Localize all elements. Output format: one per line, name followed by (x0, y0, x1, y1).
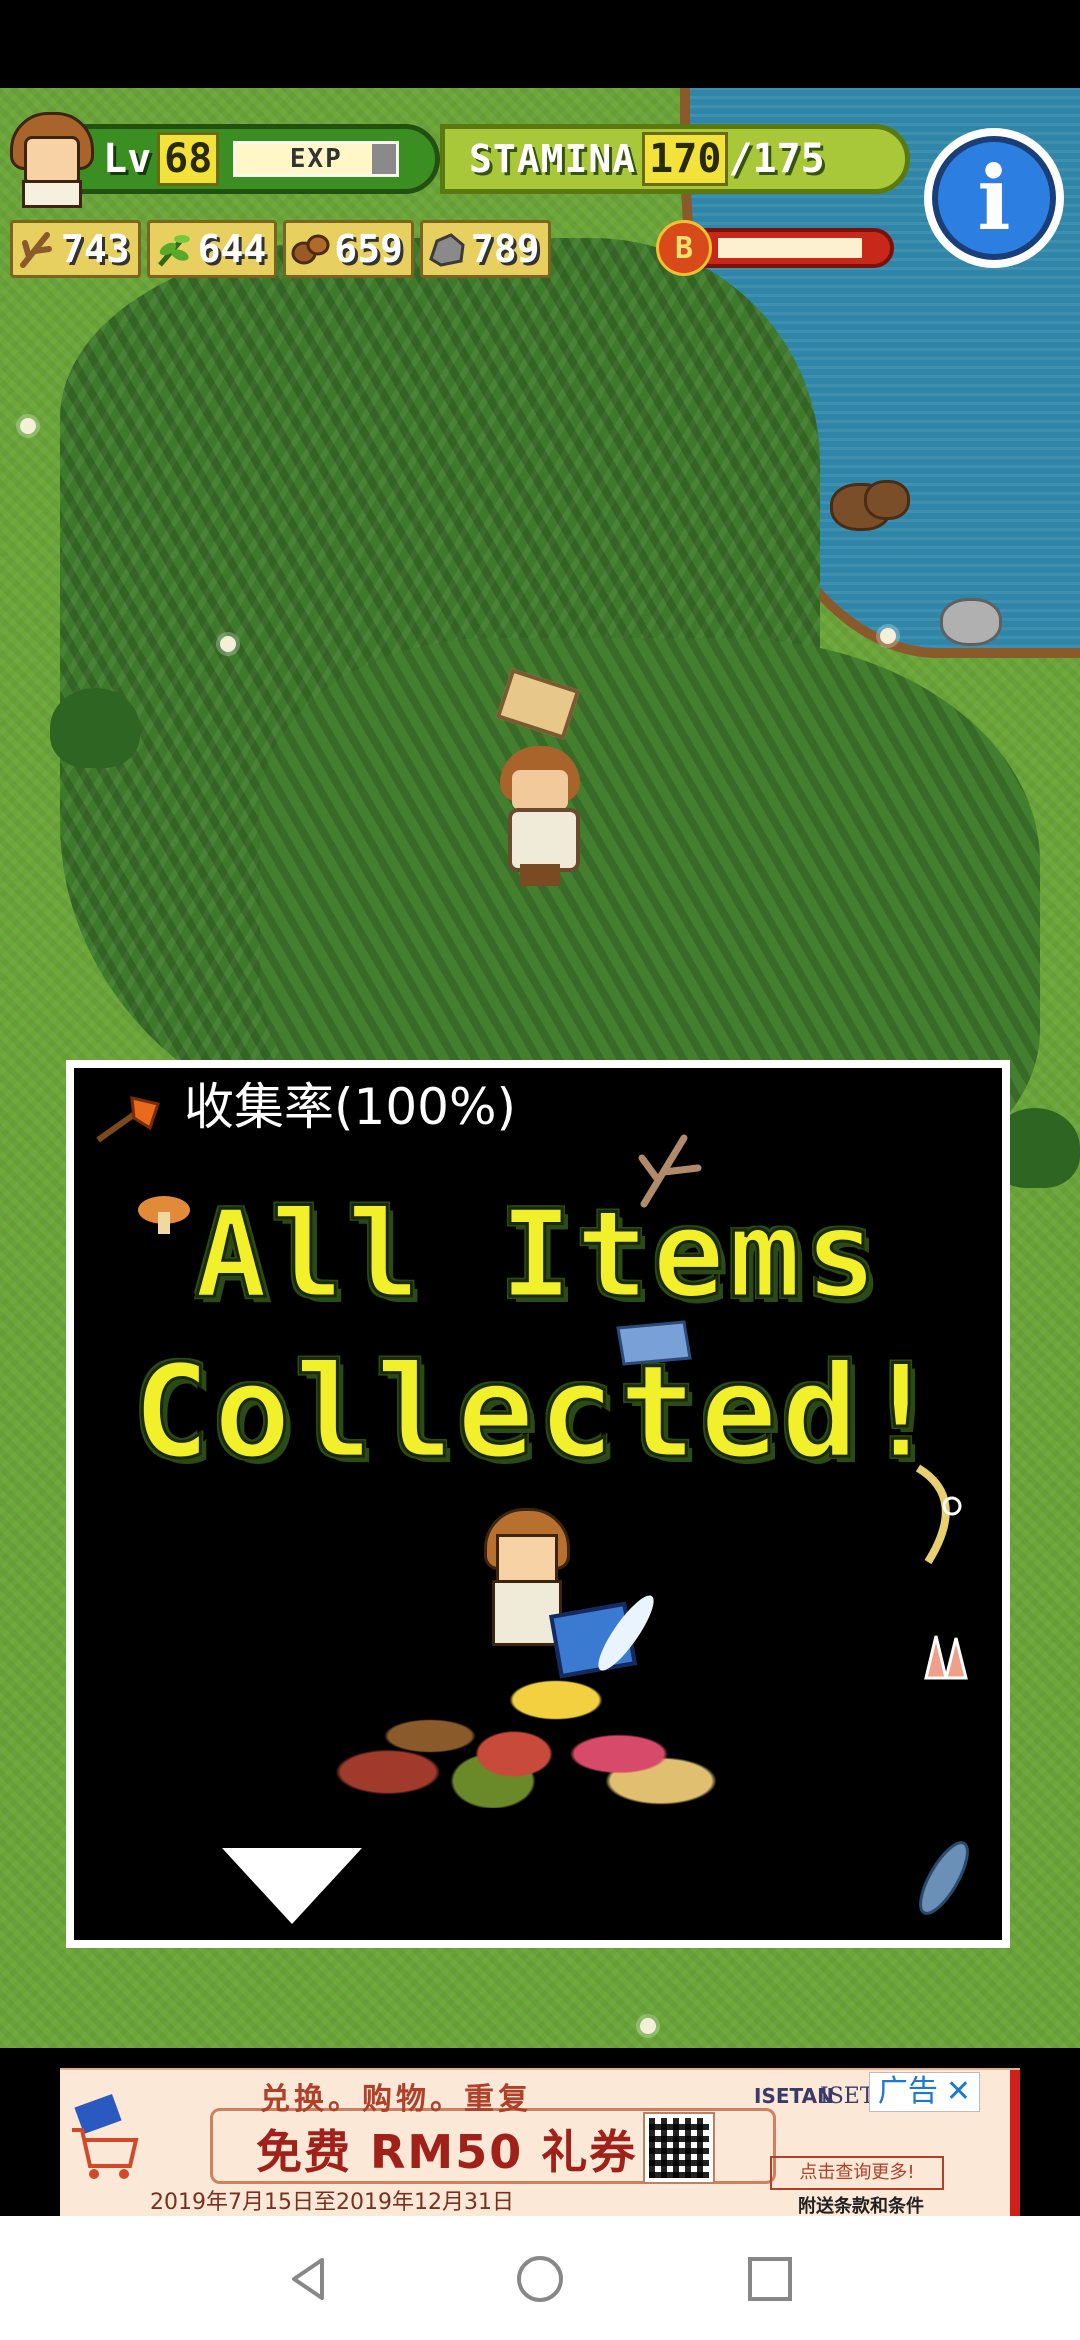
ad-date: 2019年7月15日至2019年12月31日 (150, 2190, 514, 2215)
recents-icon[interactable] (745, 2254, 795, 2304)
collection-complete-dialog[interactable]: 收集率(100%) All Items Collected! (66, 1060, 1010, 1948)
level-value: 68 (157, 132, 220, 186)
stone-flower[interactable] (940, 598, 1002, 646)
ad-more-button[interactable]: 点击查询更多! (770, 2156, 944, 2190)
exp-bar: EXP (233, 141, 400, 177)
stamina-current: 170 (642, 132, 729, 186)
shopping-cart-icon (70, 2090, 140, 2180)
close-icon[interactable]: ✕ (946, 2073, 971, 2111)
next-arrow-icon[interactable] (222, 1848, 362, 1924)
boost-bar-fill (718, 238, 862, 258)
resource-stone: 789 (419, 220, 551, 278)
ad-banner[interactable]: 兑换。购物。重复 免费 RM50 礼券 2019年7月15日至2019年12月3… (60, 2068, 1020, 2218)
resource-value: 644 (197, 227, 267, 271)
resource-value: 659 (334, 227, 403, 271)
flower (20, 418, 36, 434)
axe-icon (94, 1094, 164, 1150)
resource-bar: 743 644 659 789 (10, 220, 551, 278)
resource-herb: 644 (146, 220, 278, 278)
qr-code (643, 2112, 715, 2184)
info-button[interactable]: i (924, 128, 1064, 268)
shell-icon (916, 1628, 976, 1692)
ad-tagline: 兑换。购物。重复 (260, 2082, 532, 2117)
nut-icon (290, 229, 330, 269)
stamina-separator: / (728, 136, 753, 182)
flower (220, 636, 236, 652)
ad-edge (1010, 2070, 1020, 2218)
flower (640, 2018, 656, 2034)
navigation-bar (0, 2216, 1080, 2340)
headline-line1: All Items (193, 1185, 882, 1327)
stamina-label: STAMINA (469, 137, 637, 181)
stamina-max: 175 (752, 136, 825, 182)
stamina-panel: STAMINA 170 / 175 (440, 124, 910, 194)
headline-line2: Collected! (131, 1337, 944, 1489)
stone-icon (427, 229, 467, 269)
collected-items-pile (304, 1628, 724, 1808)
boost-meter[interactable]: B (656, 220, 912, 276)
resource-value: 743 (61, 227, 130, 271)
boost-icon: B (656, 220, 712, 276)
level-panel: Lv 68 EXP (70, 124, 440, 194)
fish-icon (904, 1828, 984, 1932)
herb-icon (154, 229, 194, 269)
player-avatar[interactable] (6, 110, 94, 208)
ad-headline: 免费 RM50 礼券 (256, 2125, 638, 2179)
ad-terms: 附送条款和条件 (798, 2196, 924, 2217)
resource-value: 789 (470, 227, 540, 271)
status-bar (0, 0, 1080, 88)
ad-label: 广告 (877, 2074, 938, 2109)
branch-icon (17, 229, 57, 269)
back-icon[interactable] (284, 2254, 334, 2304)
info-icon: i (977, 146, 1011, 250)
walnut-rock[interactable] (864, 480, 910, 520)
ad-badge: 广告 ✕ (868, 2072, 980, 2112)
level-label: Lv (103, 136, 152, 182)
bush (50, 688, 140, 768)
dialog-title: 收集率(100%) (124, 1074, 530, 1140)
home-icon[interactable] (515, 2254, 565, 2304)
boost-bar (704, 228, 894, 268)
player-character (488, 746, 592, 886)
exp-label: EXP (289, 144, 343, 174)
resource-nut: 659 (283, 220, 414, 278)
flower (880, 628, 896, 644)
resource-branch: 743 (10, 220, 141, 278)
